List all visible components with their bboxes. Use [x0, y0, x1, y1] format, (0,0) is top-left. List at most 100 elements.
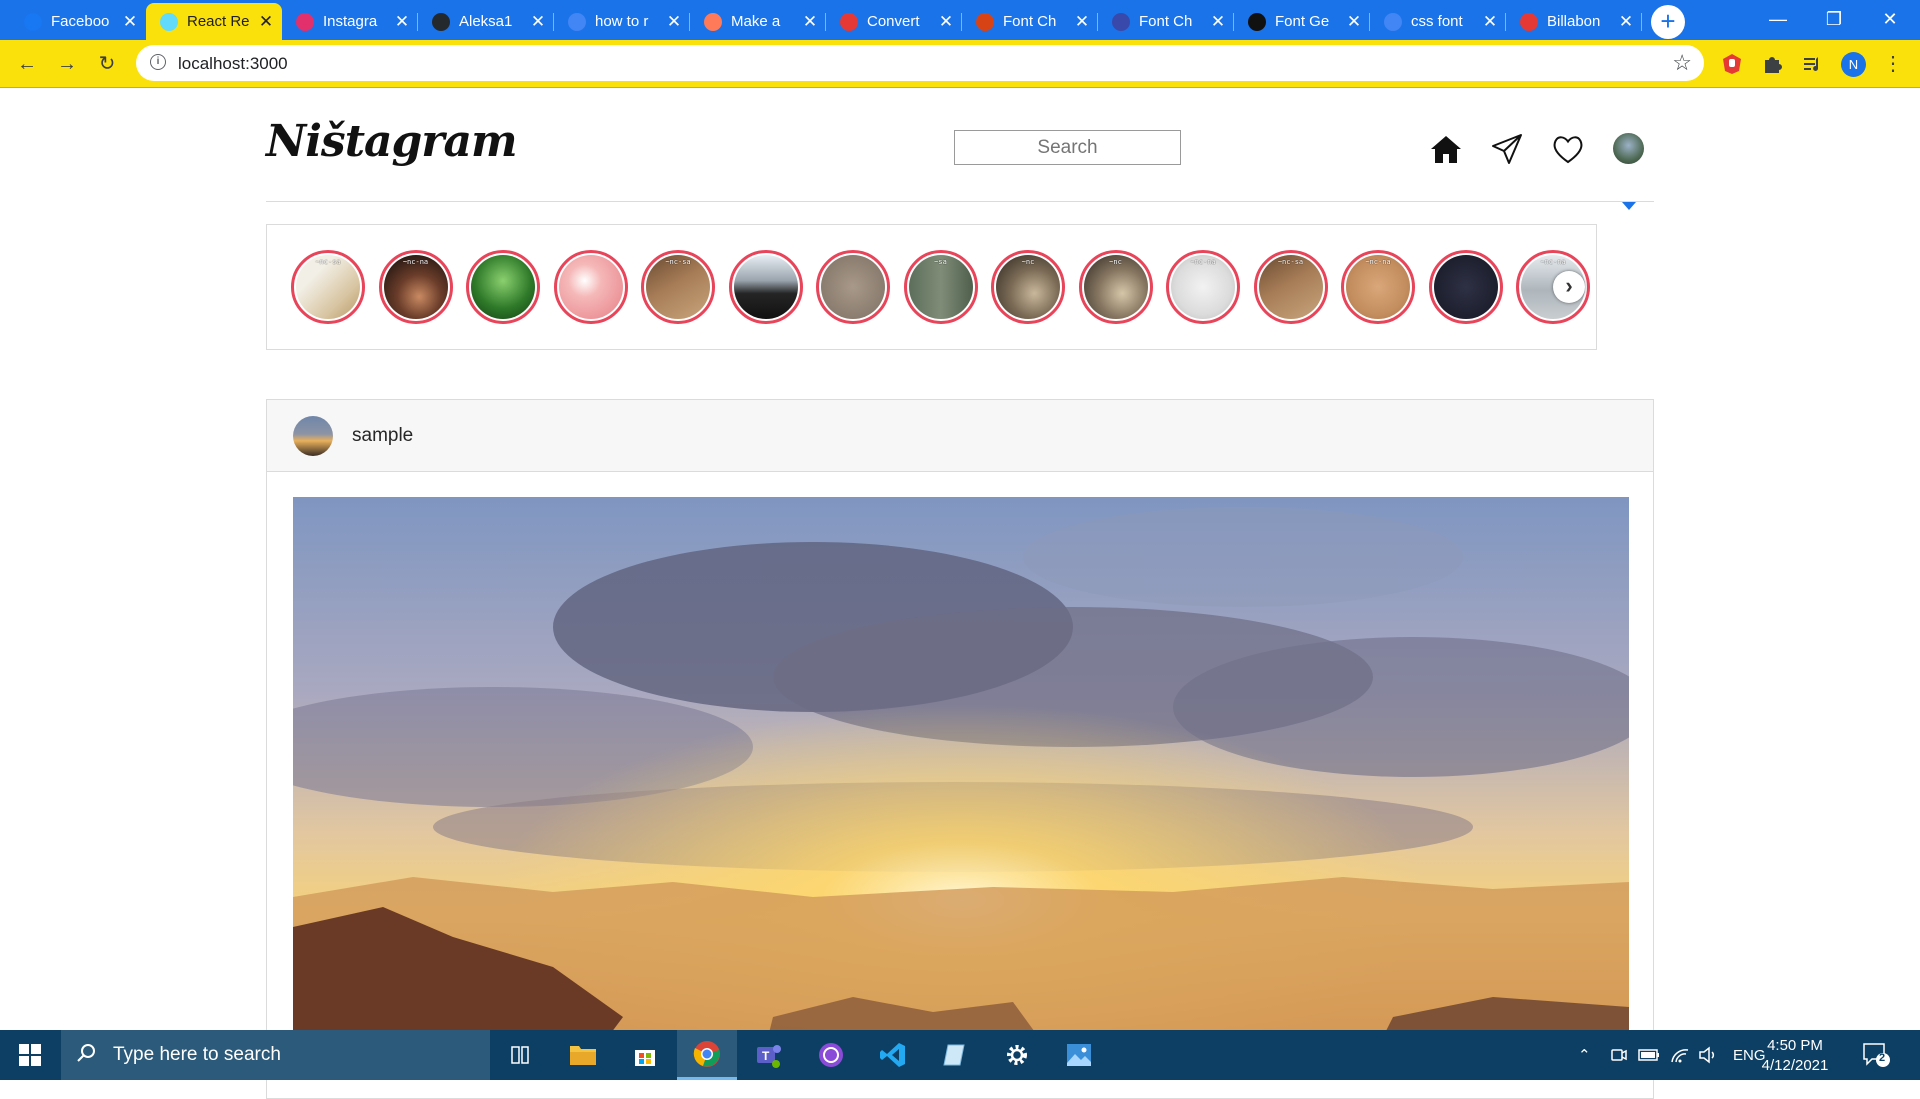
- taskbar-clock[interactable]: 4:50 PM 4/12/2021: [1755, 1036, 1835, 1076]
- story-avatar[interactable]: [553, 250, 628, 324]
- meet-now-icon[interactable]: [1610, 1030, 1628, 1080]
- story-avatar[interactable]: ~nc-sa: [641, 250, 715, 324]
- post-author-avatar[interactable]: [293, 416, 333, 456]
- tab-close-icon[interactable]: ✕: [1346, 12, 1362, 32]
- record-icon: [1520, 12, 1538, 31]
- post-image[interactable]: [293, 497, 1629, 1057]
- store-icon[interactable]: [615, 1030, 675, 1080]
- story-avatar[interactable]: [466, 250, 540, 324]
- profile-avatar[interactable]: [1613, 133, 1644, 164]
- stories-next-button[interactable]: ›: [1553, 271, 1585, 303]
- task-view-icon[interactable]: [490, 1030, 550, 1080]
- story-avatar[interactable]: ~sa: [903, 250, 978, 324]
- browser-menu-icon[interactable]: ⋮: [1877, 48, 1909, 80]
- address-bar[interactable]: i localhost:3000 ☆: [136, 45, 1704, 81]
- browser-tab[interactable]: Faceboo ✕: [10, 3, 146, 40]
- taskbar-search[interactable]: Type here to search: [61, 1030, 490, 1080]
- tray-chevron-icon[interactable]: ⌃: [1578, 1030, 1591, 1080]
- instagram-icon: [296, 12, 314, 31]
- search-input[interactable]: [954, 130, 1181, 165]
- story-label: ~nc-na: [402, 258, 429, 266]
- browser-tab[interactable]: Font Ge ✕: [1234, 3, 1370, 40]
- photos-icon[interactable]: [1049, 1030, 1109, 1080]
- teams-icon[interactable]: T: [739, 1030, 799, 1080]
- browser-tab[interactable]: Instagra ✕: [282, 3, 418, 40]
- tab-title: Aleksa1: [459, 13, 513, 30]
- post-username[interactable]: sample: [352, 425, 413, 447]
- settings-gear-icon[interactable]: [987, 1030, 1047, 1080]
- forward-button[interactable]: →: [51, 48, 83, 80]
- story-thumbnail: [733, 255, 798, 319]
- clock-date: 4/12/2021: [1761, 1057, 1829, 1074]
- wifi-icon[interactable]: [1670, 1030, 1690, 1080]
- browser-tab[interactable]: Font Ch ✕: [962, 3, 1098, 40]
- story-label: ~nc-sa: [665, 258, 691, 266]
- browser-profile-avatar[interactable]: N: [1841, 52, 1866, 77]
- browser-tab[interactable]: how to r ✕: [554, 3, 690, 40]
- tab-close-icon[interactable]: ✕: [938, 12, 954, 32]
- browser-tab[interactable]: React Re ✕: [146, 3, 282, 40]
- tab-close-icon[interactable]: ✕: [1482, 12, 1498, 32]
- tab-close-icon[interactable]: ✕: [802, 12, 818, 32]
- notification-center-icon[interactable]: 2: [1862, 1042, 1890, 1068]
- back-button[interactable]: ←: [11, 48, 43, 80]
- story-avatar[interactable]: ~nc: [991, 250, 1065, 324]
- extension-adblock-icon[interactable]: [1720, 52, 1744, 76]
- story-thumbnail: ~nc-na: [1346, 255, 1410, 319]
- browser-tab[interactable]: Billabon ✕: [1506, 3, 1642, 40]
- extensions-puzzle-icon[interactable]: [1760, 52, 1784, 76]
- story-avatar[interactable]: ~nc-sa: [1253, 250, 1328, 324]
- battery-icon[interactable]: [1638, 1030, 1660, 1080]
- reload-button[interactable]: ↻: [91, 48, 123, 80]
- story-avatar[interactable]: ~nc: [1078, 250, 1153, 324]
- tab-close-icon[interactable]: ✕: [1074, 12, 1090, 32]
- heart-icon[interactable]: [1551, 132, 1585, 166]
- media-controls-icon[interactable]: [1800, 52, 1824, 76]
- story-avatar[interactable]: [816, 250, 890, 324]
- browser-tab[interactable]: Font Ch ✕: [1098, 3, 1234, 40]
- story-label: ~sa: [934, 258, 947, 266]
- tab-close-icon[interactable]: ✕: [666, 12, 682, 32]
- font-icon: [976, 12, 994, 31]
- story-avatar[interactable]: ~nc-na: [378, 250, 453, 324]
- url-text[interactable]: localhost:3000: [178, 54, 288, 74]
- volume-icon[interactable]: [1698, 1030, 1718, 1080]
- new-tab-button[interactable]: +: [1651, 5, 1685, 39]
- story-avatar[interactable]: ~nc-na: [1166, 250, 1240, 324]
- tab-close-icon[interactable]: ✕: [258, 12, 274, 32]
- story-thumbnail: ~nc: [1083, 255, 1148, 319]
- file-explorer-icon[interactable]: [553, 1030, 613, 1080]
- browser-tab[interactable]: Aleksa1 ✕: [418, 3, 554, 40]
- tab-title: Make a: [731, 13, 781, 30]
- site-info-icon[interactable]: i: [150, 54, 166, 70]
- send-icon[interactable]: [1490, 132, 1524, 166]
- story-avatar[interactable]: [728, 250, 803, 324]
- story-thumbnail: [471, 255, 535, 319]
- app-logo[interactable]: Ništagram: [266, 116, 518, 167]
- story-label: ~nc-sa: [1277, 258, 1304, 266]
- github-desktop-icon[interactable]: [801, 1030, 861, 1080]
- story-avatar[interactable]: [1428, 250, 1503, 324]
- bookmark-star-icon[interactable]: ☆: [1672, 50, 1692, 76]
- home-icon[interactable]: [1429, 132, 1463, 166]
- tab-close-icon[interactable]: ✕: [394, 12, 410, 32]
- chrome-icon[interactable]: [677, 1030, 737, 1080]
- start-button[interactable]: [0, 1030, 60, 1080]
- browser-tab[interactable]: Convert ✕: [826, 3, 962, 40]
- close-window-button[interactable]: ✕: [1862, 0, 1918, 40]
- tab-close-icon[interactable]: ✕: [122, 12, 138, 32]
- story-thumbnail: ~nc: [996, 255, 1060, 319]
- vscode-icon[interactable]: [863, 1030, 923, 1080]
- tab-close-icon[interactable]: ✕: [1210, 12, 1226, 32]
- restore-button[interactable]: ❐: [1806, 0, 1862, 40]
- story-label: ~nc: [1109, 258, 1122, 266]
- tab-close-icon[interactable]: ✕: [1618, 12, 1634, 32]
- story-avatar[interactable]: ~nc-na: [1341, 250, 1415, 324]
- browser-tab[interactable]: css font ✕: [1370, 3, 1506, 40]
- story-thumbnail: ~nc-na: [383, 255, 448, 319]
- story-avatar[interactable]: ~nc-sa: [291, 250, 365, 324]
- minimize-button[interactable]: —: [1750, 0, 1806, 40]
- sticky-notes-icon[interactable]: [925, 1030, 985, 1080]
- tab-close-icon[interactable]: ✕: [530, 12, 546, 32]
- browser-tab[interactable]: Make a ✕: [690, 3, 826, 40]
